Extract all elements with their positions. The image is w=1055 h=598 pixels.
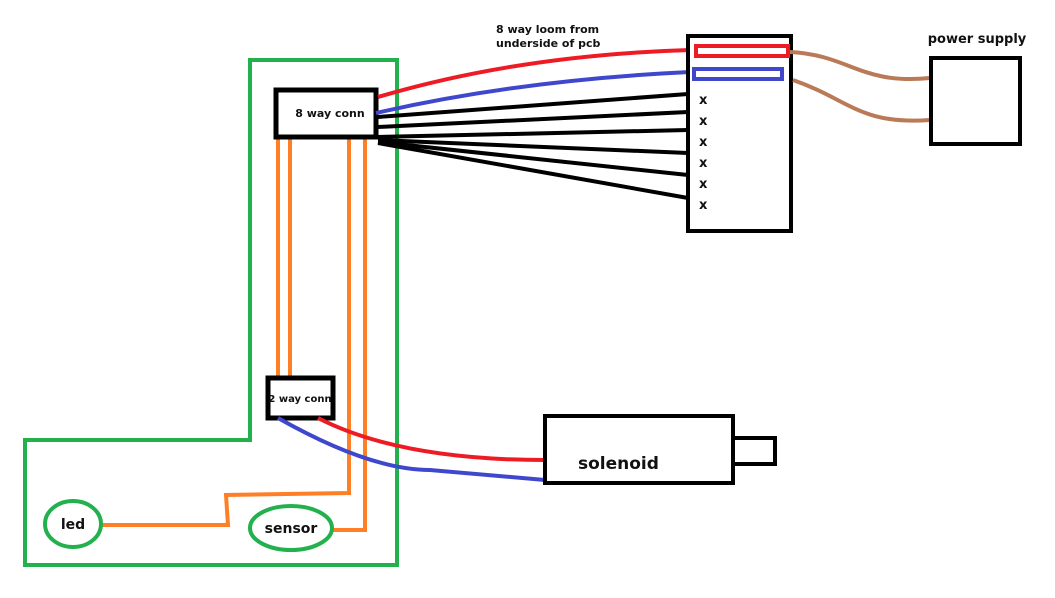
unused-pin-mark: x bbox=[699, 177, 708, 192]
loom-label-line2: underside of pcb bbox=[496, 37, 600, 50]
solenoid-plunger bbox=[731, 436, 777, 466]
power-supply-label: power supply bbox=[928, 32, 1027, 47]
unused-pin-mark: x bbox=[699, 135, 708, 150]
two-way-connector-label: 2 way conn bbox=[268, 394, 331, 405]
unused-pin-mark: x bbox=[699, 114, 708, 129]
wire-black-3 bbox=[377, 128, 689, 139]
unused-pin-mark: x bbox=[699, 93, 708, 108]
eight-way-connector-label: 8 way conn bbox=[295, 107, 364, 120]
wiring-diagram: 8 way conn 2 way conn 8 way loom from un… bbox=[23, 23, 1027, 567]
unused-pin-mark: x bbox=[699, 156, 708, 171]
wire-power-2 bbox=[792, 78, 931, 123]
loom-label-line1: 8 way loom from bbox=[496, 23, 599, 36]
solenoid-label: solenoid bbox=[578, 454, 659, 474]
power-supply-box bbox=[929, 56, 1022, 146]
led-label: led bbox=[61, 517, 85, 533]
sensor-label: sensor bbox=[265, 521, 318, 537]
unused-pin-mark: x bbox=[699, 198, 708, 213]
wire-orange-led bbox=[102, 138, 351, 527]
wire-power-1 bbox=[789, 50, 931, 81]
